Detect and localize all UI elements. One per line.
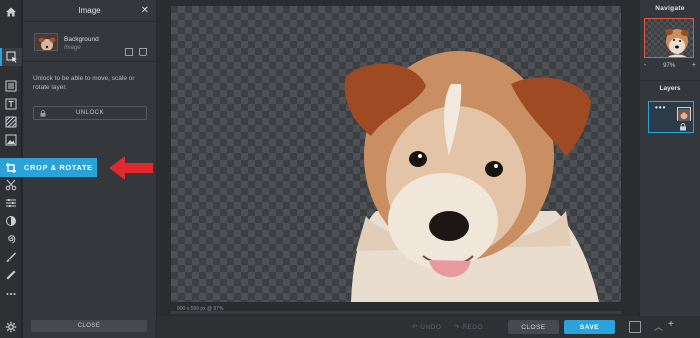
layer-mini-thumbnail: [677, 107, 691, 121]
settings-icon[interactable]: [0, 318, 22, 336]
text-icon[interactable]: [0, 95, 22, 113]
undo-button[interactable]: ↶ UNDO: [412, 323, 441, 331]
navigator-thumbnail[interactable]: [644, 18, 694, 58]
scissors-icon[interactable]: [0, 176, 22, 194]
unlock-label: UNLOCK: [75, 110, 104, 116]
redo-label: REDO: [462, 324, 484, 331]
puppy-photo: [344, 51, 599, 302]
save-button[interactable]: SAVE: [564, 320, 615, 334]
layers-title: Layers: [640, 80, 700, 92]
crop-rotate-label: CROP & ROTATE: [24, 163, 93, 172]
image-canvas[interactable]: [171, 6, 621, 302]
unlock-message: Unlock to be able to move, scale or rota…: [33, 75, 135, 91]
canvas-area: 900 x 599 px @ 97%: [157, 0, 639, 316]
image-icon[interactable]: [0, 131, 22, 149]
close-button[interactable]: CLOSE: [508, 320, 559, 334]
eyedropper-icon[interactable]: [0, 266, 22, 284]
crop-icon: [0, 162, 22, 174]
zoom-level: 97%: [663, 63, 676, 69]
right-panel: Navigate - 97% + Layers •••: [640, 0, 700, 316]
duplicate-icon[interactable]: [125, 48, 133, 56]
panel-header: Image ✕: [23, 0, 156, 22]
layer-type: Image: [64, 45, 81, 51]
layer-row[interactable]: Background Image: [23, 22, 156, 62]
chevron-up-icon[interactable]: ︿: [654, 320, 663, 333]
layers-list-icon[interactable]: [0, 77, 22, 95]
panel-toggle-icon[interactable]: [629, 321, 641, 333]
lock-icon: [40, 110, 46, 117]
more-icon[interactable]: •••: [655, 104, 666, 112]
undo-label: UNDO: [420, 324, 442, 331]
red-arrow-icon: [109, 156, 153, 180]
trash-icon[interactable]: [139, 48, 147, 56]
bottom-bar: ↶ UNDO ↷ REDO CLOSE SAVE ︿ +: [157, 316, 700, 338]
unlock-button[interactable]: UNLOCK: [33, 106, 147, 120]
close-icon[interactable]: ✕: [141, 5, 149, 16]
panel-close-button[interactable]: CLOSE: [31, 320, 147, 332]
plus-icon[interactable]: +: [668, 319, 674, 330]
panel-title: Image: [78, 6, 101, 15]
swirl-icon[interactable]: [0, 230, 22, 248]
arrange-icon[interactable]: [0, 48, 22, 66]
zoom-controls: - 97% +: [644, 62, 696, 69]
layer-thumbnail: [34, 33, 58, 51]
zoom-in-button[interactable]: +: [692, 62, 696, 69]
redo-button[interactable]: ↷ REDO: [454, 323, 483, 331]
lock-icon: [680, 123, 686, 131]
adjust-sliders-icon[interactable]: [0, 194, 22, 212]
texture-icon[interactable]: [0, 113, 22, 131]
crop-rotate-tool[interactable]: CROP & ROTATE: [0, 158, 97, 177]
brush-icon[interactable]: [0, 248, 22, 266]
layer-name: Background: [64, 36, 99, 43]
more-icon[interactable]: [0, 285, 22, 303]
filter-icon[interactable]: [0, 212, 22, 230]
zoom-out-button[interactable]: -: [644, 62, 646, 69]
horizontal-scrollbar[interactable]: [171, 311, 621, 314]
navigate-title: Navigate: [655, 4, 685, 12]
layer-card[interactable]: •••: [648, 101, 694, 133]
home-icon[interactable]: [0, 3, 22, 21]
